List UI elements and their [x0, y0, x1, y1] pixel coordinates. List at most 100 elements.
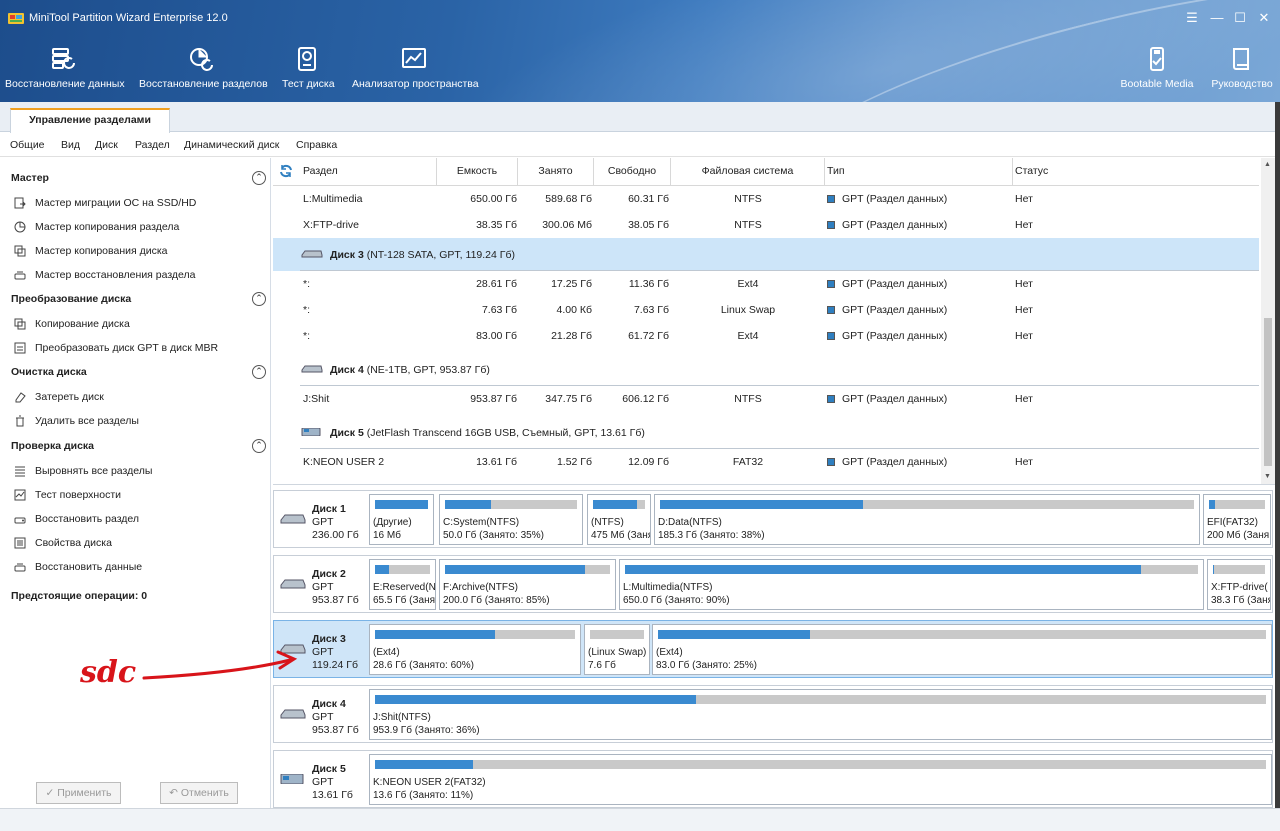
apply-button[interactable]: ✓ Применить: [36, 782, 121, 804]
partition-block[interactable]: X:FTP-drive(38.3 Гб (Заня: [1207, 559, 1271, 610]
hamburger-menu-icon[interactable]: ☰: [1182, 8, 1202, 28]
partition-block[interactable]: (Другие) 16 Мб: [369, 494, 434, 545]
table-row[interactable]: *: 7.63 Гб 4.00 Кб 7.63 Гб Linux Swap GPT (Ра…: [273, 297, 1259, 323]
disk-panel[interactable]: Диск 4 GPT 953.87 Гб J:Shit(NTFS) 953.9 Гб (…: [273, 685, 1273, 743]
menu-partition[interactable]: Раздел: [135, 139, 170, 151]
disk-panel[interactable]: Диск 3 GPT 119.24 Гб (Ext4) 28.6 Гб (Занято:…: [273, 620, 1273, 678]
collapse-icon[interactable]: ⌃: [252, 292, 266, 306]
sidebar-item-label: Восстановить данные: [35, 561, 143, 573]
usage-bar-fill: [1213, 565, 1215, 574]
table-row[interactable]: J:Shit 953.87 Гб 347.75 Гб 606.12 Гб NTFS GPT…: [273, 386, 1259, 412]
partition-block[interactable]: C:System(NTFS) 50.0 Гб (Занято: 35%): [439, 494, 583, 545]
menu-disk[interactable]: Диск: [95, 139, 118, 151]
partition-block[interactable]: EFI(FAT32) 200 Мб (Заня: [1203, 494, 1271, 545]
menu-help[interactable]: Справка: [296, 139, 337, 151]
partition-block[interactable]: D:Data(NTFS) 185.3 Гб (Занято: 38%): [654, 494, 1200, 545]
column-header-free[interactable]: Свободно: [594, 158, 671, 185]
scroll-down-icon[interactable]: ▼: [1264, 473, 1271, 480]
sidebar-item-disk-properties[interactable]: Свойства диска: [14, 535, 112, 551]
table-row[interactable]: X:FTP-drive 38.35 Гб 300.06 Мб 38.05 Гб NTFS…: [273, 212, 1259, 238]
disk-panel[interactable]: Диск 5 GPT 13.61 Гб K:NEON USER 2(FAT32) 13.…: [273, 750, 1273, 808]
menu-view[interactable]: Вид: [61, 139, 80, 151]
table-cell-name: *:: [303, 330, 311, 342]
partition-block[interactable]: (Ext4) 28.6 Гб (Занято: 60%): [369, 624, 581, 675]
column-header-filesystem[interactable]: Файловая система: [671, 158, 825, 185]
menu-general[interactable]: Общие: [10, 139, 45, 151]
table-row[interactable]: K:NEON USER 2 13.61 Гб 1.52 Гб 12.09 Гб FAT3…: [273, 449, 1259, 475]
close-button[interactable]: ✕: [1254, 8, 1274, 28]
usage-bar: [590, 630, 644, 639]
toolbar-partition-recovery[interactable]: Восстановление разделов: [139, 46, 268, 96]
maximize-button[interactable]: ☐: [1230, 8, 1250, 28]
sidebar-item-convert-gpt-mbr[interactable]: Преобразовать диск GPT в диск MBR: [14, 340, 218, 356]
collapse-icon[interactable]: ⌃: [252, 365, 266, 379]
table-cell-fs: Ext4: [737, 278, 759, 290]
scroll-up-icon[interactable]: ▲: [1264, 161, 1271, 168]
disk-panel[interactable]: Диск 1 GPT 236.00 Гб (Другие) 16 Мб C:System(…: [273, 490, 1273, 548]
sidebar-item-copy-disk-2[interactable]: Копирование диска: [14, 316, 130, 332]
toolbar-space-analyzer[interactable]: Анализатор пространства: [352, 46, 479, 96]
surface-test-icon: [14, 489, 26, 501]
hard-disk-icon: [280, 579, 306, 589]
partition-block[interactable]: (Ext4) 83.0 Гб (Занято: 25%): [652, 624, 1272, 675]
column-header-type[interactable]: Тип: [825, 158, 1013, 185]
usage-bar-fill: [660, 500, 863, 509]
partition-block[interactable]: F:Archive(NTFS) 200.0 Гб (Занято: 85%): [439, 559, 616, 610]
toolbar-bootable-media[interactable]: Bootable Media: [1120, 46, 1194, 96]
sidebar-item-copy-disk[interactable]: Мастер копирования диска: [14, 243, 168, 259]
toolbar-disk-benchmark[interactable]: Тест диска: [282, 46, 335, 96]
menu-dynamic-disk[interactable]: Динамический диск: [184, 139, 279, 151]
partition-block[interactable]: E:Reserved(N 65.5 Гб (Заня: [369, 559, 436, 610]
restore-data-icon: [14, 563, 26, 572]
app-header: MiniTool Partition Wizard Enterprise 12.…: [0, 0, 1280, 102]
disk-panel[interactable]: Диск 2 GPT 953.87 Гб E:Reserved(N 65.5 Гб (З…: [273, 555, 1273, 613]
table-row[interactable]: *: 83.00 Гб 21.28 Гб 61.72 Гб Ext4 GPT (Разде…: [273, 323, 1259, 349]
partition-block[interactable]: J:Shit(NTFS) 953.9 Гб (Занято: 36%): [369, 689, 1272, 740]
tab-partition-management[interactable]: Управление разделами: [10, 108, 170, 133]
refresh-icon[interactable]: [279, 164, 293, 178]
partition-size: 50.0 Гб (Занято: 35%): [443, 530, 544, 541]
partition-block[interactable]: K:NEON USER 2(FAT32) 13.6 Гб (Занято: 11%…: [369, 754, 1272, 805]
table-cell-capacity: 28.61 Гб: [476, 278, 517, 290]
partition-block[interactable]: (NTFS) 475 Мб (Занято: 85%): [587, 494, 651, 545]
column-header-capacity[interactable]: Емкость: [437, 158, 518, 185]
disk-header-row[interactable]: Диск 4 (NE-1TB, GPT, 953.87 Гб): [273, 353, 1259, 386]
column-header-used[interactable]: Занято: [518, 158, 594, 185]
sidebar-item-align-partitions[interactable]: Выровнять все разделы: [14, 463, 152, 479]
table-row[interactable]: *: 28.61 Гб 17.25 Гб 11.36 Гб Ext4 GPT (Разде…: [273, 271, 1259, 297]
sidebar-item-recover-partition[interactable]: Мастер восстановления раздела: [14, 267, 196, 283]
disk-header-row[interactable]: Диск 5 (JetFlash Transcend 16GB USB, Съе…: [273, 416, 1259, 449]
sidebar-item-restore-data[interactable]: Восстановить данные: [14, 559, 142, 575]
sidebar-item-surface-test[interactable]: Тест поверхности: [14, 487, 121, 503]
bootable-media-icon: [1150, 47, 1164, 71]
table-cell-free: 11.36 Гб: [628, 278, 669, 290]
minimize-button[interactable]: —: [1207, 8, 1227, 28]
pending-operations: Предстоящие операции: 0: [11, 590, 148, 602]
table-cell-type: GPT (Раздел данных): [827, 393, 1013, 405]
toolbar-manual[interactable]: Руководство: [1210, 46, 1274, 96]
partition-block[interactable]: L:Multimedia(NTFS) 650.0 Гб (Занято: 90%): [619, 559, 1204, 610]
sidebar-item-migrate-os[interactable]: Мастер миграции ОС на SSD/HD: [14, 195, 196, 211]
scrollbar-thumb[interactable]: [1264, 318, 1272, 466]
column-header-status[interactable]: Статус: [1013, 158, 1259, 185]
table-cell-free: 606.12 Гб: [622, 393, 669, 405]
manual-icon: [1233, 48, 1249, 70]
sidebar-item-delete-all-partitions[interactable]: Удалить все разделы: [14, 413, 139, 429]
table-row[interactable]: L:Multimedia 650.00 Гб 589.68 Гб 60.31 Гб NT…: [273, 186, 1259, 212]
sidebar-item-wipe-disk[interactable]: Затереть диск: [14, 389, 104, 405]
table-cell-fs: NTFS: [734, 193, 762, 205]
partition-block[interactable]: (Linux Swap) 7.6 Гб: [584, 624, 650, 675]
partition-type-icon: [827, 280, 835, 288]
disk-header-row[interactable]: Диск 3 (NT-128 SATA, GPT, 119.24 Гб): [273, 238, 1259, 271]
sidebar-item-copy-partition[interactable]: Мастер копирования раздела: [14, 219, 179, 235]
collapse-icon[interactable]: ⌃: [252, 171, 266, 185]
column-header-partition[interactable]: Раздел: [301, 158, 437, 185]
sidebar-item-restore-partition[interactable]: Восстановить раздел: [14, 511, 139, 527]
disk-info: Диск 2 GPT 953.87 Гб: [278, 561, 366, 611]
undo-button[interactable]: ↶ Отменить: [160, 782, 238, 804]
disk-map-name: Диск 3: [312, 633, 346, 645]
collapse-icon[interactable]: ⌃: [252, 439, 266, 453]
table-scrollbar[interactable]: ▲ ▼: [1261, 158, 1275, 484]
toolbar-data-recovery[interactable]: Восстановление данных: [5, 46, 125, 96]
table-cell-free: 38.05 Гб: [628, 219, 669, 231]
